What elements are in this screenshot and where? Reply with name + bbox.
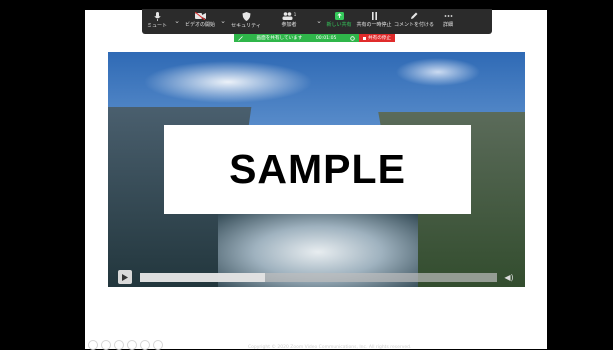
- more-label: 詳細: [442, 22, 453, 28]
- more-dots-icon: [444, 15, 452, 17]
- stop-share-label: 共有の停止: [368, 36, 391, 41]
- video-label: ビデオの開始: [184, 22, 215, 28]
- sample-watermark-box: SAMPLE: [164, 125, 471, 214]
- participants-count: 1: [293, 12, 297, 17]
- participants-button[interactable]: 1 参加者: [264, 9, 314, 34]
- stop-icon: [363, 36, 366, 40]
- video-player[interactable]: SAMPLE ◀): [108, 52, 525, 287]
- pause-share-label: 共有の一時停止: [356, 22, 392, 28]
- meeting-toolbar: ミュート ⌄ ビデオの開始 ⌄ セキュリティ 1 参加者 ⌄ 新しい共有 共有の…: [142, 9, 492, 34]
- chevron-up-icon[interactable]: ⌄: [218, 9, 228, 34]
- video-progress-bar[interactable]: [140, 273, 497, 282]
- play-icon: [122, 273, 128, 281]
- chevron-up-icon[interactable]: ⌄: [172, 9, 182, 34]
- video-progress-fill: [140, 273, 265, 282]
- share-info: 画面を共有しています 00:01:05: [234, 34, 359, 42]
- share-status-icon: [238, 35, 243, 41]
- annotate-label: コメントを付ける: [394, 22, 435, 28]
- security-label: セキュリティ: [231, 23, 261, 29]
- shield-icon: [242, 12, 250, 21]
- new-share-button[interactable]: 新しい共有: [324, 9, 354, 34]
- share-timer: 00:01:05: [315, 35, 337, 41]
- copyright-text: Copyright © 2020 Zoom Video Communicatio…: [248, 345, 412, 350]
- more-button[interactable]: 詳細: [434, 9, 462, 34]
- participants-icon: [282, 12, 293, 20]
- volume-icon[interactable]: ◀): [503, 272, 515, 284]
- screen: ミュート ⌄ ビデオの開始 ⌄ セキュリティ 1 参加者 ⌄ 新しい共有 共有の…: [0, 0, 613, 350]
- mute-label: ミュート: [146, 23, 167, 29]
- share-status-text: 画面を共有しています: [256, 36, 303, 41]
- video-camera-off-icon: [194, 12, 206, 20]
- sample-watermark-text: SAMPLE: [229, 146, 406, 192]
- pause-share-button[interactable]: 共有の一時停止: [354, 9, 394, 34]
- play-button[interactable]: [118, 270, 132, 284]
- stop-share-button[interactable]: 共有の停止: [359, 34, 395, 42]
- share-screen-icon: [334, 12, 344, 20]
- security-button[interactable]: セキュリティ: [228, 9, 264, 34]
- participants-label: 参加者: [281, 22, 297, 28]
- annotate-button[interactable]: コメントを付ける: [394, 9, 434, 34]
- video-controls: ◀): [108, 269, 525, 287]
- share-status-bar: 画面を共有しています 00:01:05 共有の停止: [234, 34, 395, 42]
- participants-icon-group: 1: [282, 12, 297, 20]
- chevron-up-icon[interactable]: ⌄: [314, 9, 324, 34]
- mute-button[interactable]: ミュート: [142, 9, 172, 34]
- gear-icon[interactable]: [350, 35, 355, 41]
- pencil-icon: [411, 12, 418, 19]
- pause-icon: [371, 12, 377, 20]
- new-share-label: 新しい共有: [326, 22, 352, 28]
- microphone-icon: [153, 12, 161, 21]
- start-video-button[interactable]: ビデオの開始: [182, 9, 218, 34]
